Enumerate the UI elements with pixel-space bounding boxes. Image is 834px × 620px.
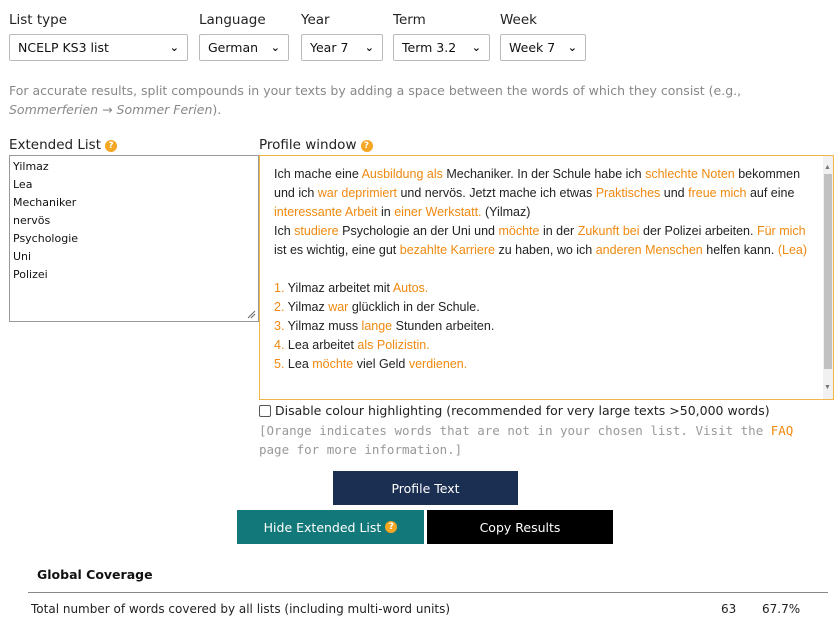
chevron-down-icon: ⌄	[471, 41, 481, 54]
extended-list-label: Extended List?	[9, 137, 118, 153]
compound-note: For accurate results, split compounds in…	[9, 83, 742, 117]
list-item: Lea	[13, 178, 33, 191]
chevron-down-icon: ⌄	[567, 41, 577, 54]
list-type-select[interactable]: NCELP KS3 list ⌄	[9, 34, 188, 61]
info-icon[interactable]: ?	[105, 140, 118, 152]
list-item: Uni	[13, 250, 32, 263]
list-item: Polizei	[13, 268, 48, 281]
list-item: nervös	[13, 214, 51, 227]
year-label: Year	[301, 12, 330, 28]
hide-extended-list-button[interactable]: Hide Extended List?	[237, 510, 424, 544]
language-value: German	[208, 40, 259, 55]
language-label: Language	[199, 12, 266, 28]
profile-text-button[interactable]: Profile Text	[333, 471, 518, 505]
list-item: Yilmaz	[13, 160, 49, 173]
term-value: Term 3.2	[402, 40, 457, 55]
extended-list-textarea[interactable]: Yilmaz Lea Mechaniker nervös Psychologie…	[9, 155, 259, 322]
term-label: Term	[393, 12, 426, 28]
coverage-percent: 67.7%	[762, 602, 801, 616]
chevron-down-icon: ⌄	[364, 41, 374, 54]
scroll-down-icon[interactable]: ▼	[824, 378, 831, 397]
list-item: Psychologie	[13, 232, 79, 245]
resize-handle-icon[interactable]	[247, 310, 256, 319]
scrollbar-thumb[interactable]	[824, 174, 832, 369]
chevron-down-icon: ⌄	[270, 41, 280, 54]
week-label: Week	[500, 12, 537, 28]
list-item: Mechaniker	[13, 196, 77, 209]
profile-window-label: Profile window?	[259, 137, 373, 153]
disable-highlight-label: Disable colour highlighting (recommended…	[275, 403, 770, 418]
coverage-row-label: Total number of words covered by all lis…	[31, 602, 451, 616]
year-select[interactable]: Year 7 ⌄	[301, 34, 383, 61]
info-icon: ?	[385, 521, 398, 533]
scrollbar[interactable]: ▲ ▼	[823, 156, 833, 399]
list-type-value: NCELP KS3 list	[18, 40, 109, 55]
global-coverage-title: Global Coverage	[37, 567, 153, 582]
divider	[28, 592, 828, 593]
week-value: Week 7	[509, 40, 556, 55]
disable-highlight-checkbox[interactable]	[259, 404, 271, 417]
profile-window[interactable]: Ich mache eine Ausbildung als Mechaniker…	[259, 155, 834, 400]
info-icon[interactable]: ?	[360, 140, 373, 152]
term-select[interactable]: Term 3.2 ⌄	[393, 34, 490, 61]
list-type-label: List type	[9, 12, 68, 28]
copy-results-button[interactable]: Copy Results	[427, 510, 613, 544]
year-value: Year 7	[310, 40, 349, 55]
coverage-count: 63	[721, 602, 737, 616]
orange-note: [Orange indicates words that are not in …	[259, 423, 794, 457]
week-select[interactable]: Week 7 ⌄	[500, 34, 586, 61]
disable-highlight-row: Disable colour highlighting (recommended…	[259, 403, 770, 418]
faq-link[interactable]: FAQ	[771, 423, 794, 438]
language-select[interactable]: German ⌄	[199, 34, 289, 61]
chevron-down-icon: ⌄	[169, 41, 179, 54]
